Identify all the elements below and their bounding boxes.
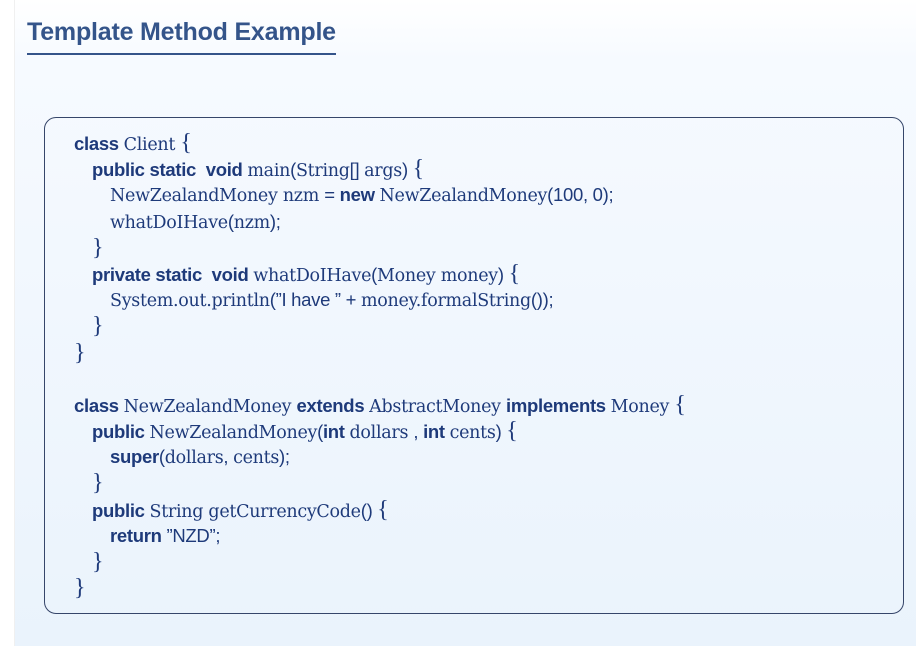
code-line: return ”NZD”; xyxy=(74,523,686,549)
code-keyword: private static void xyxy=(92,263,254,285)
code-identifier: String xyxy=(295,161,350,182)
code-brace: } xyxy=(92,234,104,261)
code-identifier: main xyxy=(247,161,291,182)
code-identifier: args xyxy=(364,161,402,182)
slide: Template Method Example class Client { p… xyxy=(14,0,916,646)
code-brace: { xyxy=(180,130,192,156)
code-keyword: class xyxy=(74,394,124,416)
code-text: ) xyxy=(497,263,509,285)
code-text: ) xyxy=(401,159,413,181)
code-keyword: public xyxy=(92,499,150,521)
code-line: class NewZealandMoney extends AbstractMo… xyxy=(74,392,686,418)
code-line: whatDoIHave(nzm); xyxy=(74,209,686,235)
code-identifier: Money xyxy=(610,396,675,417)
code-keyword: return xyxy=(110,524,167,546)
code-identifier: NewZealandMoney nzm xyxy=(110,186,325,207)
code-identifier: dollars xyxy=(349,423,414,444)
code-identifier: NewZealandMoney xyxy=(123,396,297,417)
code-keyword: class xyxy=(74,133,124,154)
code-line: } xyxy=(74,575,686,601)
code-line: } xyxy=(74,470,686,496)
code-listing: class Client { public static void main(S… xyxy=(74,130,686,601)
code-brace: } xyxy=(74,339,86,366)
code-keyword: extends xyxy=(296,394,370,416)
code-brace: } xyxy=(92,549,104,575)
code-brace: { xyxy=(506,418,518,445)
code-line: super(dollars, cents); xyxy=(74,444,686,470)
code-brace: } xyxy=(74,575,86,602)
code-identifier: cents xyxy=(449,423,496,444)
code-line: public static void main(String[] args) { xyxy=(74,156,686,182)
code-identifier: NewZealandMoney xyxy=(379,186,548,207)
code-text: () xyxy=(360,499,378,521)
code-text: ); xyxy=(279,446,290,468)
code-text: (”I have ” + xyxy=(269,289,361,311)
code-brace: } xyxy=(92,313,104,340)
code-identifier: whatDoIHave xyxy=(110,212,228,233)
code-text: = xyxy=(324,184,340,206)
code-identifier: String getCurrencyCode xyxy=(149,501,362,522)
code-identifier: whatDoIHave xyxy=(253,265,372,286)
code-text: ”NZD”; xyxy=(166,524,221,546)
code-line: } xyxy=(74,549,686,575)
code-brace: { xyxy=(508,260,521,287)
code-brace: { xyxy=(412,156,425,183)
code-line: private static void whatDoIHave(Money mo… xyxy=(74,261,686,287)
slide-title: Template Method Example xyxy=(27,18,336,55)
code-line: } xyxy=(74,235,686,261)
code-identifier: System.out.println xyxy=(110,291,270,312)
code-identifier: AbstractMoney xyxy=(369,396,506,417)
code-identifier: Money money xyxy=(377,265,498,286)
code-keyword: implements xyxy=(505,394,611,416)
code-text: , xyxy=(223,446,234,468)
code-keyword: int xyxy=(322,421,350,443)
code-identifier: nzm xyxy=(233,212,270,233)
code-brace: { xyxy=(377,496,389,523)
code-identifier: dollars xyxy=(164,448,224,469)
code-identifier: Client xyxy=(123,135,181,155)
code-text: (100, 0); xyxy=(547,184,614,206)
code-keyword: public static void xyxy=(92,159,248,181)
code-line: } xyxy=(74,313,686,339)
code-text: [] xyxy=(349,159,365,181)
code-line: public String getCurrencyCode() { xyxy=(74,497,686,523)
code-text: ) xyxy=(495,421,507,443)
code-keyword: super xyxy=(110,446,159,468)
code-keyword: int xyxy=(423,421,450,443)
code-identifier: cents xyxy=(233,448,280,469)
code-identifier: NewZealandMoney xyxy=(149,423,318,444)
code-line: public NewZealandMoney(int dollars , int… xyxy=(74,418,686,444)
code-line: } xyxy=(74,340,686,366)
code-brace: { xyxy=(674,391,686,418)
code-keyword: new xyxy=(339,184,380,206)
code-line: NewZealandMoney nzm = new NewZealandMone… xyxy=(74,182,686,208)
code-block: class Client { public static void main(S… xyxy=(44,117,904,614)
code-keyword: public xyxy=(92,421,150,443)
code-brace: } xyxy=(92,470,104,497)
code-identifier: money.formalString xyxy=(360,291,531,312)
code-text: , xyxy=(413,421,424,443)
code-text: ); xyxy=(269,210,281,232)
code-text: ()); xyxy=(530,289,554,311)
code-line: System.out.println(”I have ” + money.for… xyxy=(74,287,686,313)
code-line: class Client { xyxy=(74,130,686,156)
